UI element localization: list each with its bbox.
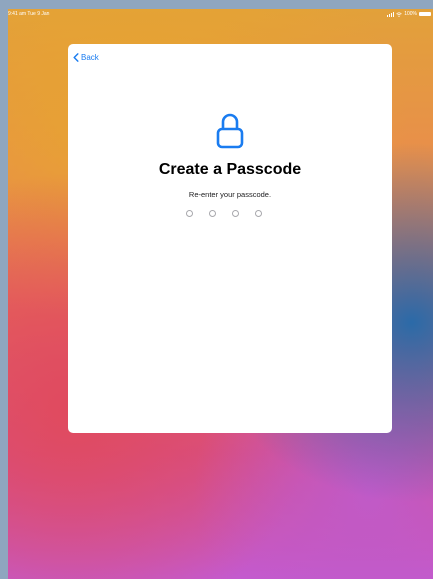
passcode-input[interactable] [186, 210, 262, 217]
back-label: Back [81, 53, 99, 62]
wallpaper: 9:41 am Tue 9 Jan 100% Back Create a Pas… [8, 9, 433, 579]
battery-icon [419, 12, 431, 16]
status-date: Tue 9 Jan [27, 11, 50, 17]
passcode-sheet: Back Create a Passcode Re-enter your pas… [68, 44, 392, 433]
chevron-left-icon [73, 53, 79, 62]
page-title: Create a Passcode [158, 161, 302, 178]
status-bar: 9:41 am Tue 9 Jan 100% [8, 9, 433, 21]
status-time-date: 9:41 am Tue 9 Jan [8, 11, 49, 17]
passcode-digit-dot [186, 210, 193, 217]
status-time: 9:41 am [8, 11, 27, 17]
instruction-text: Re-enter your passcode. [188, 190, 272, 199]
status-indicators: 100% [387, 11, 431, 17]
lock-icon [216, 113, 244, 149]
cellular-signal-icon [387, 11, 395, 17]
passcode-digit-dot [255, 210, 262, 217]
back-button[interactable]: Back [73, 53, 99, 62]
wifi-icon [396, 11, 402, 17]
battery-percent: 100% [404, 11, 417, 17]
passcode-digit-dot [232, 210, 239, 217]
passcode-digit-dot [209, 210, 216, 217]
